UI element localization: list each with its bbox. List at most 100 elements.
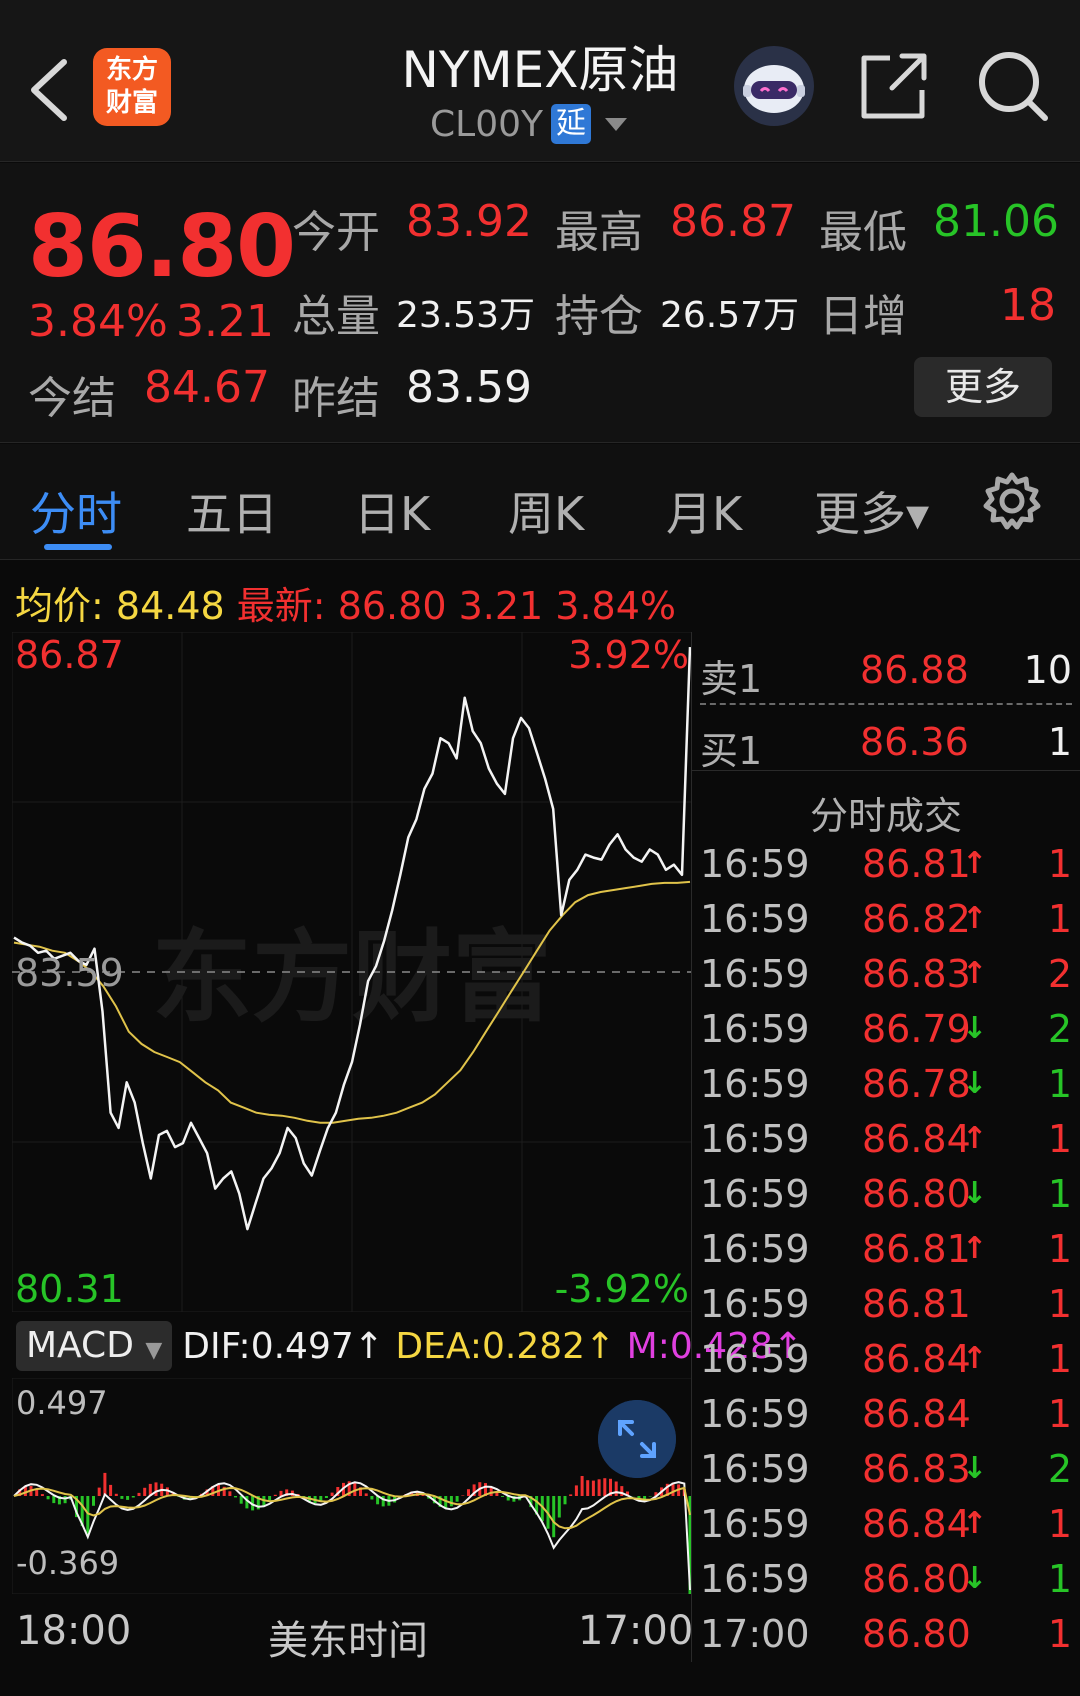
arrow-down-icon: ↓ [962,1176,988,1211]
search-icon[interactable] [975,48,1051,124]
macd-bar [455,1496,459,1502]
intraday-info-bar: 均价: 84.48 最新: 86.80 3.21 3.84% [15,575,676,630]
chart-watermark: 东方财富 [152,919,552,1036]
trade-row: 16:59 86.83 ↑ 2 [700,952,1072,1006]
y-min-label: 80.31 [15,1267,124,1311]
macd-legend: MACD ▼ DIF: 0.497 ↑ DEA: 0.282 ↑ M: 0.428 ↑ [16,1320,803,1372]
trade-row: 16:59 86.82 ↑ 1 [700,897,1072,951]
delay-badge: 延 [551,104,591,144]
trade-price: 86.83 [862,1447,971,1491]
contract-selector[interactable]: CL00Y 延 [430,102,627,146]
trade-time: 16:59 [700,1337,810,1381]
more-button[interactable]: 更多 [914,357,1052,417]
trade-volume: 1 [1047,897,1072,941]
trade-price: 86.84 [862,1337,971,1381]
back-arrow-icon[interactable] [22,50,82,130]
trade-price: 86.84 [862,1502,971,1546]
arrow-down-icon: ↓ [962,1451,988,1486]
macd-bar [239,1496,243,1504]
trades-title: 分时成交 [809,794,962,838]
trade-volume: 1 [1047,1282,1072,1326]
tab-more[interactable]: 更多▾ [814,478,929,544]
macd-bar [586,1480,590,1496]
avg-label: 均价: [15,584,104,628]
pct-max-label: 3.92% [568,633,689,677]
trade-volume: 1 [1047,1392,1072,1436]
macd-bar [103,1472,107,1496]
tab-daily-k[interactable]: 日K [354,478,430,544]
trade-row: 16:59 86.81 ↑ 1 [700,842,1072,896]
daily-add-label: 日增 [819,291,907,342]
arrow-down-icon: ↓ [962,1561,988,1596]
macd-bar [603,1478,607,1496]
macd-bar [143,1487,147,1496]
macd-bar [46,1496,50,1500]
trade-row: 16:59 86.80 ↓ 1 [700,1172,1072,1226]
trade-time: 16:59 [700,1172,810,1216]
intraday-chart[interactable]: 东方财富 86.87 83.59 80.31 3.92% -3.92% [12,632,692,1312]
macd-bar [557,1496,561,1518]
trade-row: 16:59 86.84 ↑ 1 [700,1502,1072,1556]
trade-volume: 2 [1047,952,1072,996]
time-axis: 18:00 美东时间 17:00 [0,1600,693,1664]
share-icon[interactable] [858,48,930,124]
macd-bar [501,1496,504,1497]
settings-gear-icon[interactable] [981,470,1043,532]
tab-weekly-k[interactable]: 周K [508,478,584,544]
position-value: 26.57万 [660,295,800,336]
active-tab-indicator [44,544,112,550]
trade-volume: 2 [1047,1447,1072,1491]
trade-volume: 1 [1047,1117,1072,1161]
indicator-selector[interactable]: MACD ▼ [16,1321,173,1371]
macd-bar [120,1496,124,1499]
high-value: 86.87 [670,196,796,247]
trade-price: 86.80 [862,1172,971,1216]
macd-bar [268,1496,272,1501]
macd-bar [137,1492,141,1496]
prev-settle-value: 83.59 [406,362,532,413]
robot-assistant-icon[interactable] [733,45,815,127]
settle-label: 今结 [28,373,116,424]
macd-bar [109,1484,113,1496]
trade-time: 16:59 [700,1062,810,1106]
open-value: 83.92 [406,196,532,247]
pct-min-label: -3.92% [555,1267,689,1311]
arrow-up-icon: ↑ [962,1231,988,1266]
macd-bar [273,1494,277,1496]
macd-bar [563,1496,567,1505]
indicator-name: MACD [26,1325,134,1366]
tab-intraday[interactable]: 分时 [30,478,122,544]
macd-chart[interactable]: 0.497 -0.369 [12,1378,692,1594]
macd-bar [370,1496,374,1500]
trade-volume: 1 [1047,1502,1072,1546]
dif-up-arrow-icon: ↑ [353,1325,384,1367]
daily-add-value: 18 [1000,280,1056,331]
dea-value: 0.282 [481,1325,586,1367]
macd-bar [234,1496,237,1498]
expand-chart-icon[interactable] [598,1400,676,1478]
trade-price: 86.79 [862,1007,971,1051]
trade-volume: 1 [1047,842,1072,886]
y-max-label: 86.87 [15,633,124,677]
m-label: M: [626,1325,670,1367]
macd-bar [228,1491,232,1496]
trade-row: 16:59 86.84 ↑ 1 [700,1117,1072,1171]
latest-change: 3.21 [458,584,544,628]
bid-label: 买1 [700,729,763,773]
avg-value: 84.48 [115,584,225,628]
trade-price: 86.81 [862,1227,971,1271]
tab-five-day[interactable]: 五日 [186,478,278,544]
trade-volume: 1 [1047,1227,1072,1271]
logo-line-1: 东方 [105,55,158,85]
arrow-up-icon: ↑ [962,1121,988,1156]
ask-label: 卖1 [700,657,763,701]
trade-volume: 1 [1047,1337,1072,1381]
volume-value: 23.53万 [396,295,536,336]
page-title: NYMEX原油 [401,41,679,99]
arrow-up-icon: ↑ [962,1341,988,1376]
y-mid-label: 83.59 [15,951,124,995]
eastmoney-logo[interactable]: 东方 财富 [93,48,171,126]
trade-price: 86.80 [862,1557,971,1601]
tab-monthly-k[interactable]: 月K [666,478,742,544]
trade-time: 17:00 [700,1612,810,1656]
